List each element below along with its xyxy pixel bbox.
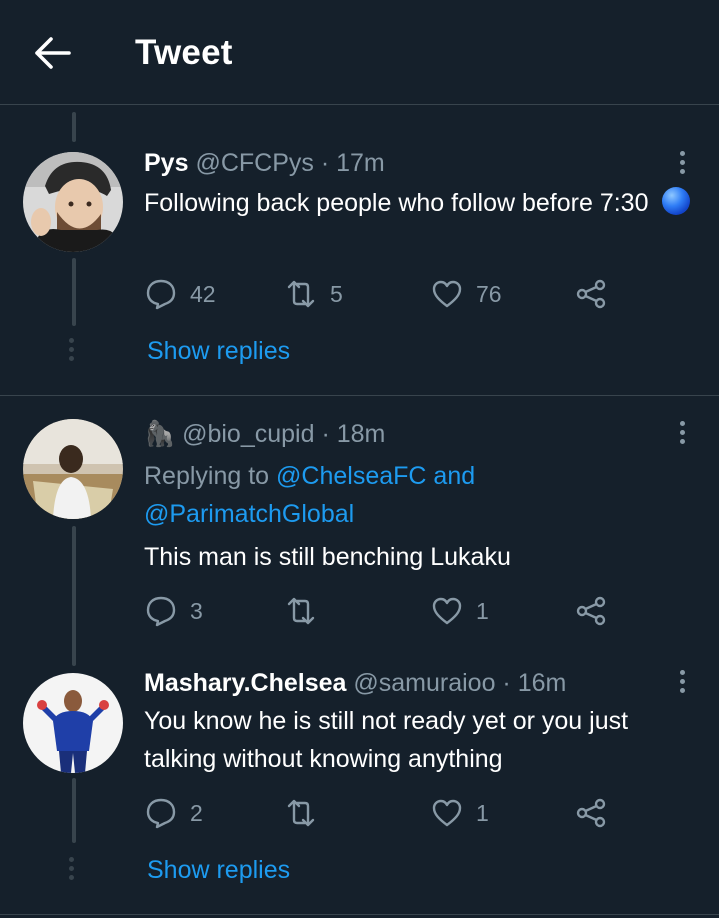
tweet-actions: 2 1 <box>144 795 624 831</box>
share-icon <box>576 596 606 626</box>
reply-icon <box>146 798 176 829</box>
user-handle[interactable]: @CFCPys <box>195 149 313 177</box>
like-count: 1 <box>476 799 489 826</box>
mention-link[interactable]: @ChelseaFC <box>276 462 426 490</box>
separator: · <box>314 420 337 448</box>
blue-circle-icon <box>662 187 691 215</box>
share-button[interactable] <box>574 593 608 629</box>
reply-icon <box>146 279 176 310</box>
like-count: 1 <box>476 597 489 624</box>
like-button[interactable]: 76 <box>430 276 502 312</box>
reply-count: 2 <box>190 799 203 826</box>
separator: · <box>313 149 337 177</box>
tweet-actions: 3 1 <box>144 593 624 629</box>
divider <box>0 914 719 915</box>
avatar[interactable] <box>23 152 123 252</box>
like-count: 76 <box>476 280 502 307</box>
tweet-text: This man is still benching Lukaku <box>144 543 511 571</box>
retweet-button[interactable] <box>284 795 330 831</box>
page-title: Tweet <box>135 33 233 72</box>
tweet-text: Following back people who follow before … <box>144 184 704 222</box>
retweet-icon <box>287 280 315 308</box>
like-button[interactable]: 1 <box>430 593 489 629</box>
show-replies-link[interactable]: Show replies <box>147 337 290 366</box>
thread-continuation-dots <box>69 857 75 884</box>
more-options-icon[interactable] <box>676 421 688 447</box>
like-button[interactable]: 1 <box>430 795 489 831</box>
reply-count: 3 <box>190 597 203 624</box>
tweet-text: You know he is still not ready yet or yo… <box>144 707 629 773</box>
heart-icon <box>432 280 462 308</box>
user-handle[interactable]: @bio_cupid <box>182 420 314 448</box>
thread-line <box>72 526 76 666</box>
retweet-count: 5 <box>330 280 343 307</box>
retweet-icon <box>287 597 315 625</box>
timestamp[interactable]: 17m <box>336 149 385 177</box>
display-name-emoji[interactable]: 🦍 <box>144 420 175 448</box>
share-icon <box>576 279 606 309</box>
timestamp[interactable]: 16m <box>518 669 567 697</box>
share-icon <box>576 798 606 828</box>
more-options-icon[interactable] <box>676 151 688 177</box>
user-handle[interactable]: @samuraioo <box>353 669 495 697</box>
mention-link[interactable]: @ParimatchGlobal <box>144 500 354 528</box>
thread-line <box>72 258 76 326</box>
retweet-icon <box>287 799 315 827</box>
timestamp[interactable]: 18m <box>337 420 386 448</box>
show-replies-link[interactable]: Show replies <box>147 856 290 885</box>
heart-icon <box>432 597 462 625</box>
tweet-header: Pys @CFCPys · 17m <box>144 149 385 178</box>
avatar[interactable] <box>23 673 123 773</box>
tweet-actions: 42 5 76 <box>144 276 624 312</box>
avatar[interactable] <box>23 419 123 519</box>
share-button[interactable] <box>574 276 608 312</box>
thread-line <box>72 112 76 142</box>
display-name[interactable]: Mashary.Chelsea <box>144 669 346 697</box>
tweet-header: 🦍 @bio_cupid · 18m <box>144 420 385 449</box>
replying-to: Replying to @ChelseaFC and @ParimatchGlo… <box>144 462 476 528</box>
reply-button[interactable]: 42 <box>144 276 216 312</box>
top-bar: Tweet <box>0 0 719 105</box>
heart-icon <box>432 799 462 827</box>
reply-button[interactable]: 2 <box>144 795 203 831</box>
separator: · <box>495 669 518 697</box>
more-options-icon[interactable] <box>676 670 688 696</box>
share-button[interactable] <box>574 795 608 831</box>
back-arrow-icon[interactable] <box>34 36 72 70</box>
retweet-button[interactable]: 5 <box>284 276 343 312</box>
reply-count: 42 <box>190 280 216 307</box>
thread-continuation-dots <box>69 338 75 365</box>
divider <box>0 395 719 396</box>
retweet-button[interactable] <box>284 593 330 629</box>
display-name[interactable]: Pys <box>144 149 188 177</box>
reply-button[interactable]: 3 <box>144 593 203 629</box>
tweet-header: Mashary.Chelsea @samuraioo · 16m <box>144 669 566 698</box>
thread-line <box>72 778 76 843</box>
reply-icon <box>146 596 176 627</box>
